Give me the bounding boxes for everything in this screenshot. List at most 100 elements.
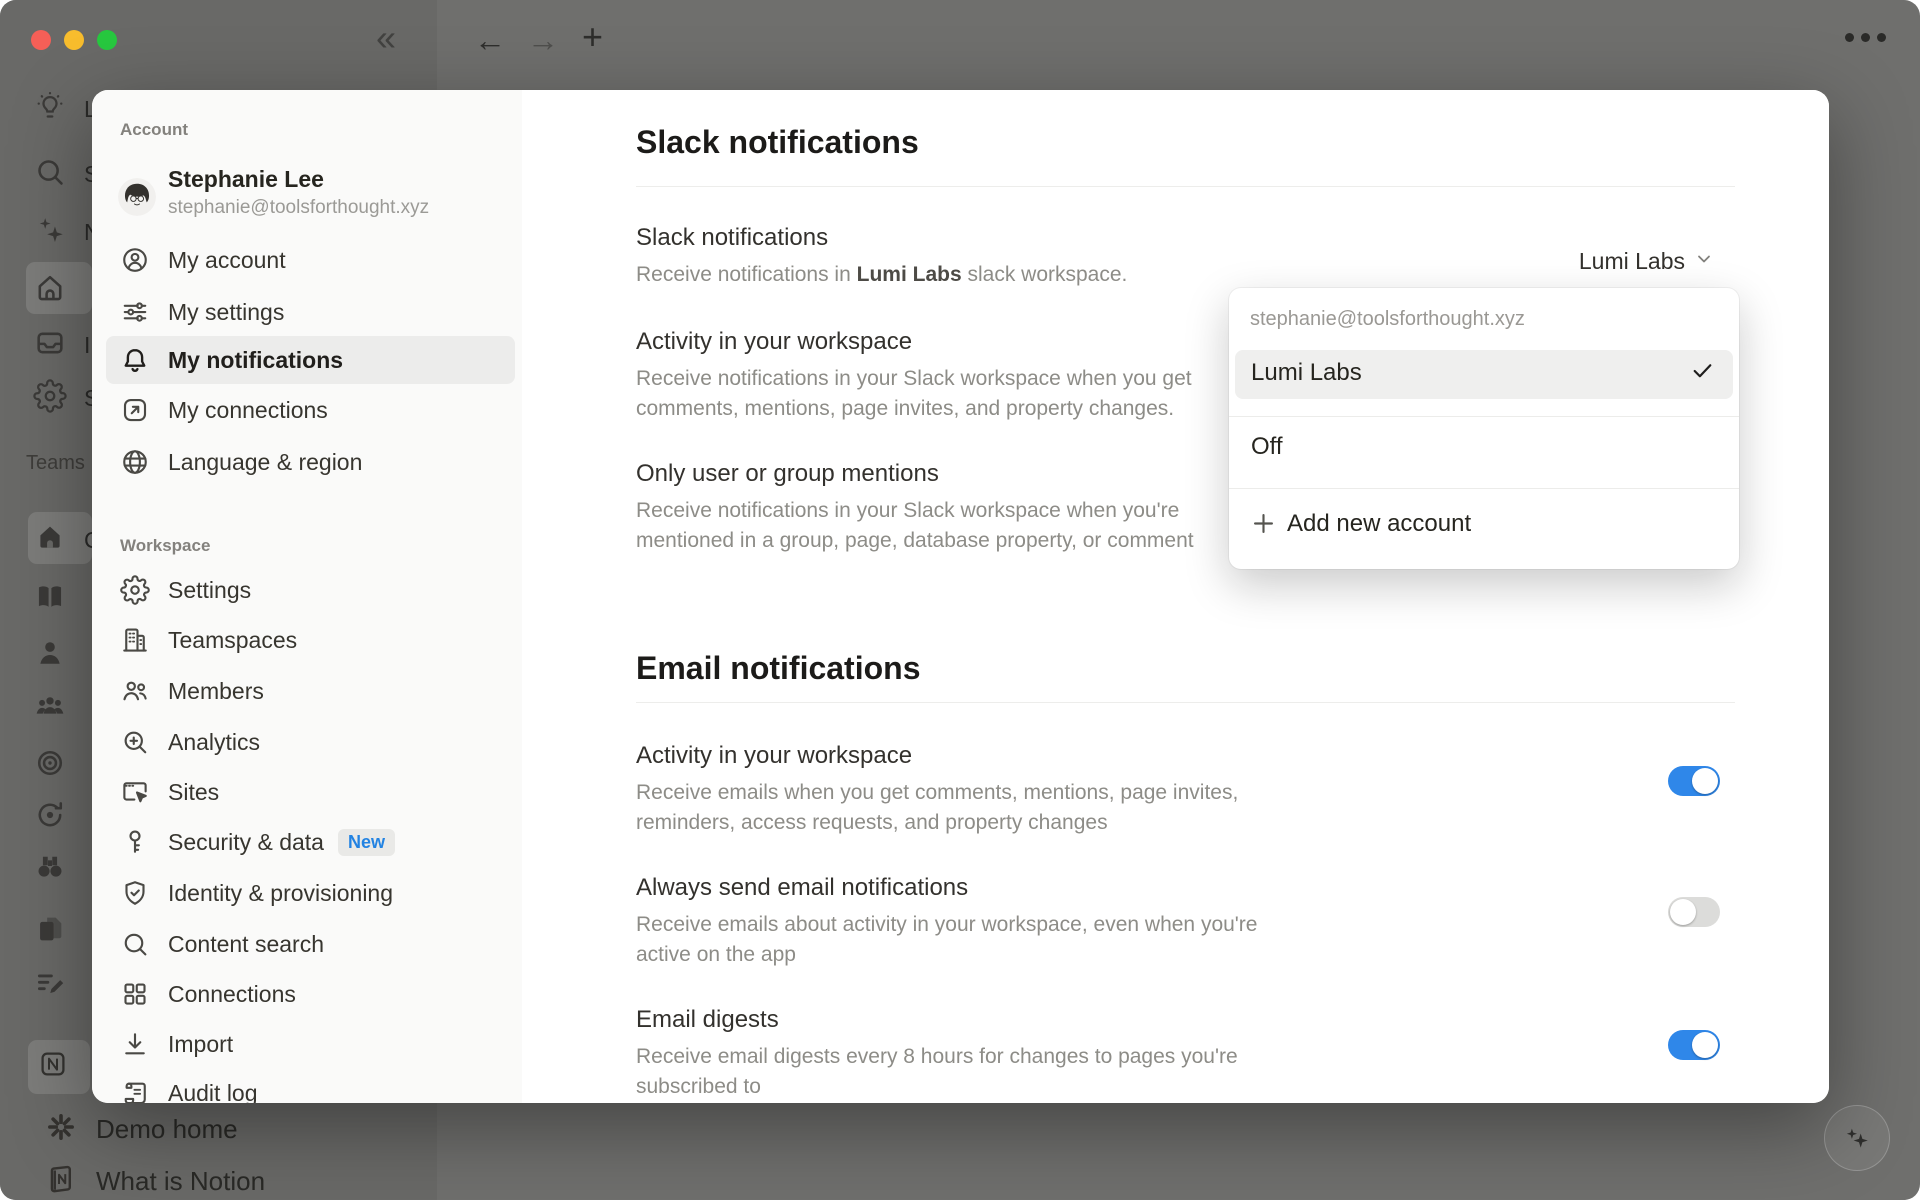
notion-book-icon — [44, 1162, 78, 1200]
binoculars-icon[interactable] — [33, 849, 67, 883]
scroll-icon — [120, 1078, 150, 1103]
arrow-up-right-box-icon — [120, 395, 150, 425]
nav-item-label: Security & data — [168, 829, 324, 856]
email-section-heading: Email notifications — [636, 648, 920, 688]
target-icon[interactable] — [33, 746, 67, 780]
nav-item-my-account[interactable]: My account — [106, 236, 515, 284]
nav-item-audit-log[interactable]: Audit log — [106, 1069, 515, 1103]
nav-item-label: Sites — [168, 779, 219, 806]
rotate-arrow-icon[interactable] — [33, 798, 67, 832]
nav-item-label: Identity & provisioning — [168, 880, 393, 907]
avatar — [118, 178, 156, 216]
forward-icon[interactable]: → — [527, 24, 559, 56]
nav-item-analytics[interactable]: Analytics — [106, 718, 515, 766]
nav-item-my-notifications[interactable]: My notifications — [106, 336, 515, 384]
menu-account-header: stephanie@toolsforthought.xyz — [1250, 308, 1525, 331]
nav-item-security-data[interactable]: Security & data New — [106, 818, 515, 866]
nav-item-sites[interactable]: Sites — [106, 768, 515, 816]
compose-icon[interactable] — [33, 966, 67, 1000]
email-digests-row-title: Email digests — [636, 1006, 779, 1034]
gear-icon[interactable] — [33, 379, 67, 413]
bell-icon — [120, 345, 150, 375]
pages-icon[interactable] — [33, 912, 67, 946]
account-section-label: Account — [120, 120, 188, 140]
grid-icon — [120, 979, 150, 1009]
zoom-button[interactable] — [97, 30, 117, 50]
nav-item-settings[interactable]: Settings — [106, 566, 515, 614]
home-icon[interactable] — [33, 271, 67, 305]
email-always-row-title: Always send email notifications — [636, 874, 968, 902]
nav-item-import[interactable]: Import — [106, 1020, 515, 1068]
rail-item-label-fragment: I — [84, 332, 90, 359]
nav-item-label: Import — [168, 1031, 233, 1058]
nav-item-members[interactable]: Members — [106, 667, 515, 715]
globe-icon — [120, 447, 150, 477]
shield-check-icon — [120, 878, 150, 908]
settings-nav: Account Stephanie Lee stephanie@toolsfor… — [92, 90, 522, 1103]
nav-item-label: My account — [168, 247, 286, 274]
sidebar-item-demo-home[interactable]: Demo home — [44, 1110, 238, 1149]
minimize-button[interactable] — [64, 30, 84, 50]
notion-window: « ← → + L S N — [0, 0, 1920, 1200]
nav-item-my-settings[interactable]: My settings — [106, 288, 515, 336]
nav-item-teamspaces[interactable]: Teamspaces — [106, 616, 515, 664]
slack-mentions-row-desc: Receive notifications in your Slack work… — [636, 496, 1248, 556]
divider — [636, 702, 1735, 703]
profile-row[interactable]: Stephanie Lee stephanie@toolsforthought.… — [118, 174, 498, 238]
nav-item-my-connections[interactable]: My connections — [106, 386, 515, 434]
person-icon[interactable] — [33, 636, 67, 670]
slack-notifications-row-title: Slack notifications — [636, 224, 828, 252]
nav-item-label: My notifications — [168, 347, 343, 374]
notion-logo-icon[interactable] — [37, 1048, 71, 1082]
nav-item-label: Teamspaces — [168, 627, 297, 654]
teamspaces-section-label: Teams — [26, 452, 85, 475]
book-icon[interactable] — [33, 580, 67, 614]
lightbulb-icon[interactable] — [33, 90, 67, 124]
flower-icon — [44, 1110, 78, 1149]
menu-add-new-account[interactable]: Add new account — [1229, 498, 1739, 558]
sliders-icon — [120, 297, 150, 327]
gear-icon — [120, 575, 150, 605]
nav-item-label: Settings — [168, 577, 251, 604]
back-icon[interactable]: ← — [474, 24, 506, 56]
email-activity-row-title: Activity in your workspace — [636, 742, 912, 770]
slack-workspace-menu: stephanie@toolsforthought.xyz Lumi Labs … — [1229, 288, 1739, 569]
email-activity-toggle[interactable] — [1668, 766, 1720, 796]
profile-name: Stephanie Lee — [168, 166, 324, 192]
nav-item-label: Content search — [168, 931, 324, 958]
sparkles-icon — [1840, 1119, 1874, 1158]
toggle-knob — [1692, 1032, 1718, 1058]
collapse-sidebar-icon[interactable]: « — [376, 22, 396, 54]
close-button[interactable] — [31, 30, 51, 50]
nav-item-identity-provisioning[interactable]: Identity & provisioning — [106, 869, 515, 917]
menu-option-label: Lumi Labs — [1251, 359, 1362, 387]
people-icon[interactable] — [33, 689, 67, 723]
inbox-icon[interactable] — [33, 326, 67, 360]
nav-item-label: Analytics — [168, 729, 260, 756]
home-filled-icon[interactable] — [34, 521, 68, 555]
more-options-icon[interactable] — [1845, 33, 1886, 42]
sidebar-item-what-is-notion[interactable]: What is Notion — [44, 1162, 265, 1200]
nav-item-content-search[interactable]: Content search — [106, 920, 515, 968]
browser-cursor-icon — [120, 777, 150, 807]
slack-workspace-dropdown[interactable]: Lumi Labs — [1579, 246, 1714, 276]
nav-item-connections[interactable]: Connections — [106, 970, 515, 1018]
nav-item-label: Connections — [168, 981, 296, 1008]
sidebar-item-label: What is Notion — [96, 1166, 265, 1197]
search-icon[interactable] — [33, 155, 67, 189]
check-icon — [1690, 358, 1715, 388]
email-always-toggle[interactable] — [1668, 897, 1720, 927]
new-tab-icon[interactable]: + — [582, 21, 603, 53]
workspace-section-label: Workspace — [120, 536, 210, 556]
slack-section-heading: Slack notifications — [636, 122, 919, 162]
ai-sparkles-icon[interactable] — [33, 213, 67, 247]
email-digests-toggle[interactable] — [1668, 1030, 1720, 1060]
menu-option-off[interactable]: Off — [1251, 433, 1283, 461]
notion-ai-button[interactable] — [1824, 1105, 1890, 1171]
import-arrow-icon — [120, 1029, 150, 1059]
nav-item-label: Members — [168, 678, 264, 705]
email-always-row-desc: Receive emails about activity in your wo… — [636, 910, 1281, 970]
nav-item-language-region[interactable]: Language & region — [106, 438, 515, 486]
screenshot-stage: « ← → + L S N — [0, 0, 1920, 1200]
building-icon — [120, 625, 150, 655]
